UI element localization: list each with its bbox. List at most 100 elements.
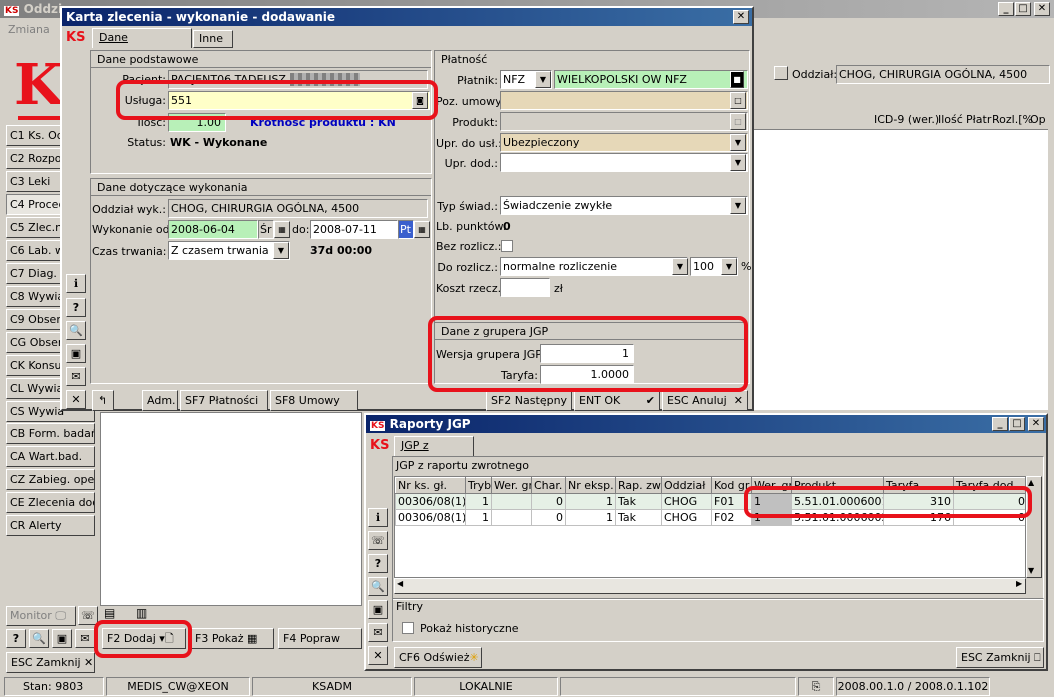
platnosci-button[interactable]: SF7 Płatności: [180, 390, 268, 411]
do-calendar-icon[interactable]: ▦: [414, 221, 430, 238]
anuluj-button[interactable]: ESC Anuluj ✕: [662, 390, 748, 411]
sidebar-item[interactable]: CR Alerty: [6, 515, 95, 536]
maximize-button[interactable]: □: [1015, 2, 1031, 16]
minimize-button[interactable]: _: [998, 2, 1014, 16]
platnik-name-field[interactable]: WIELKOPOLSKI OW NFZ: [554, 70, 748, 89]
dialog-mail-icon[interactable]: ✉: [66, 367, 86, 386]
od-calendar-icon[interactable]: ▦: [274, 221, 290, 238]
scroll-up-icon[interactable]: ▲: [1028, 478, 1034, 487]
sidebar-item[interactable]: CB Form. badań: [6, 423, 95, 444]
wykonanie-do-field[interactable]: 2008-07-11: [310, 220, 398, 239]
col-ilosc[interactable]: Ilość: [938, 113, 963, 126]
poz-umowy-field[interactable]: [500, 91, 748, 110]
raporty-minimize[interactable]: _: [992, 417, 1008, 431]
scroll-right-icon[interactable]: ▶: [1016, 579, 1022, 588]
upr-usl-select[interactable]: Ubezpieczony: [500, 133, 748, 152]
dialog-search-icon[interactable]: 🔍: [66, 321, 86, 340]
col-op[interactable]: Op: [1030, 113, 1046, 126]
help-icon[interactable]: ?: [6, 629, 26, 648]
raporty-help-icon[interactable]: ?: [368, 554, 388, 573]
column-header[interactable]: Oddział: [661, 477, 712, 494]
nastepny-button[interactable]: SF2 Następny: [486, 390, 572, 411]
upr-usl-dropdown[interactable]: ▼: [730, 134, 746, 151]
oddzial-wyk-field[interactable]: CHOG, CHIRURGIA OGÓLNA, 4500: [168, 199, 428, 218]
phone-icon[interactable]: ☏: [78, 606, 98, 625]
sidebar-item[interactable]: CA Wart.bad.: [6, 446, 95, 467]
tab-jgp-z-grupera[interactable]: JGP z grupera: [394, 436, 474, 470]
pokaz-button[interactable]: F3 Pokaż ▦: [190, 628, 274, 649]
raporty-phone-icon[interactable]: ☏: [368, 531, 388, 550]
historyczne-checkbox[interactable]: [402, 622, 414, 634]
column-header[interactable]: Char.: [531, 477, 566, 494]
dialog-image-icon[interactable]: ▣: [66, 344, 86, 363]
wykonanie-header: Dane dotyczące wykonania: [91, 179, 431, 196]
zamknij-button[interactable]: ESC Zamknij ✕: [6, 652, 95, 673]
raporty-x-icon[interactable]: ✕: [368, 646, 388, 665]
wykonanie-od-field[interactable]: 2008-06-04: [168, 220, 258, 239]
tab-dane-podstawowe[interactable]: Dane podstawowe: [92, 28, 192, 62]
monitor-button[interactable]: Monitor 🖵: [6, 606, 76, 626]
oddzial-picker-button[interactable]: [774, 66, 788, 80]
scroll-left-icon[interactable]: ◀: [397, 579, 403, 588]
col-rozl[interactable]: Rozl.[%: [992, 113, 1033, 126]
historyczne-label: Pokaż historyczne: [420, 622, 519, 635]
table-cell: 1: [565, 509, 616, 526]
col-icd9[interactable]: ICD-9 (wer.): [874, 113, 939, 126]
dialog-close-button[interactable]: ✕: [733, 10, 749, 24]
search-icon[interactable]: 🔍: [29, 629, 49, 648]
tab-inne[interactable]: Inne: [193, 30, 233, 48]
umowy-button[interactable]: SF8 Umowy: [270, 390, 358, 411]
info-icon[interactable]: ℹ: [66, 274, 86, 293]
koszt-field[interactable]: [500, 278, 550, 297]
upr-dod-dropdown[interactable]: ▼: [730, 154, 746, 171]
raporty-mail-icon[interactable]: ✉: [368, 623, 388, 642]
procent-dropdown[interactable]: ▼: [721, 258, 737, 275]
close-button[interactable]: ✕: [1034, 2, 1050, 16]
ok-button[interactable]: ENT OK ✔: [574, 390, 660, 411]
platnik-lookup-icon[interactable]: ■: [730, 71, 744, 88]
czas-dropdown-icon[interactable]: ▼: [273, 242, 289, 259]
produkt-field[interactable]: [500, 112, 748, 131]
do-rozlicz-dropdown[interactable]: ▼: [672, 258, 688, 275]
back-arrow-button[interactable]: ↰: [92, 390, 114, 411]
raporty-info-icon[interactable]: ℹ: [368, 508, 388, 527]
column-header[interactable]: Nr eksp.: [565, 477, 616, 494]
produkt-lookup[interactable]: □: [730, 113, 746, 130]
odswiez-button[interactable]: CF6 Odśwież✳: [394, 647, 482, 668]
sidebar-item[interactable]: CZ Zabieg. oper.: [6, 469, 95, 490]
column-header[interactable]: Wer. gr.: [491, 477, 532, 494]
platnik-dropdown-icon[interactable]: ▼: [535, 71, 551, 88]
raporty-hscroll[interactable]: [394, 578, 1026, 594]
czas-select[interactable]: Z czasem trwania: [168, 241, 290, 260]
raporty-image-icon[interactable]: ▣: [368, 600, 388, 619]
typ-swiad-select[interactable]: Świadczenie zwykłe: [500, 196, 748, 215]
column-header[interactable]: Nr ks. gł.: [395, 477, 466, 494]
scroll-down-icon[interactable]: ▼: [1028, 566, 1034, 575]
image-icon[interactable]: ▣: [52, 629, 72, 648]
column-header[interactable]: Rap. zw.: [615, 477, 662, 494]
upr-dod-select[interactable]: [500, 153, 748, 172]
do-rozlicz-select[interactable]: normalne rozliczenie: [500, 257, 688, 276]
upr-usl-label: Upr. do usł.:: [436, 137, 502, 150]
menu-zmiana[interactable]: Zmiana: [8, 23, 50, 36]
list-view-icon[interactable]: ▤: [104, 606, 115, 620]
typ-swiad-dropdown[interactable]: ▼: [730, 197, 746, 214]
popraw-button[interactable]: F4 Popraw: [278, 628, 362, 649]
raporty-close[interactable]: ✕: [1028, 417, 1044, 431]
mail-icon[interactable]: ✉: [75, 629, 95, 648]
raporty-search-icon[interactable]: 🔍: [368, 577, 388, 596]
column-header[interactable]: Tryb: [465, 477, 492, 494]
col-platn[interactable]: Płatr: [966, 113, 991, 126]
bez-rozlicz-checkbox[interactable]: [501, 240, 513, 252]
detail-view-icon[interactable]: ▥: [136, 606, 147, 620]
status-mode: LOKALNIE: [414, 677, 558, 696]
poz-umowy-lookup[interactable]: □: [730, 92, 746, 109]
dialog-x-icon[interactable]: ✕: [66, 390, 86, 409]
oddzial-field[interactable]: CHOG, CHIRURGIA OGÓLNA, 4500: [836, 65, 1050, 84]
raporty-maximize[interactable]: □: [1009, 417, 1025, 431]
main-grid-area: [754, 130, 1048, 410]
adm-button[interactable]: Adm.: [142, 390, 178, 411]
sidebar-item[interactable]: CE Zlecenia dod.: [6, 492, 95, 513]
dialog-help-icon[interactable]: ?: [66, 298, 86, 317]
raporty-zamknij-button[interactable]: ESC Zamknij ⎕: [956, 647, 1044, 668]
